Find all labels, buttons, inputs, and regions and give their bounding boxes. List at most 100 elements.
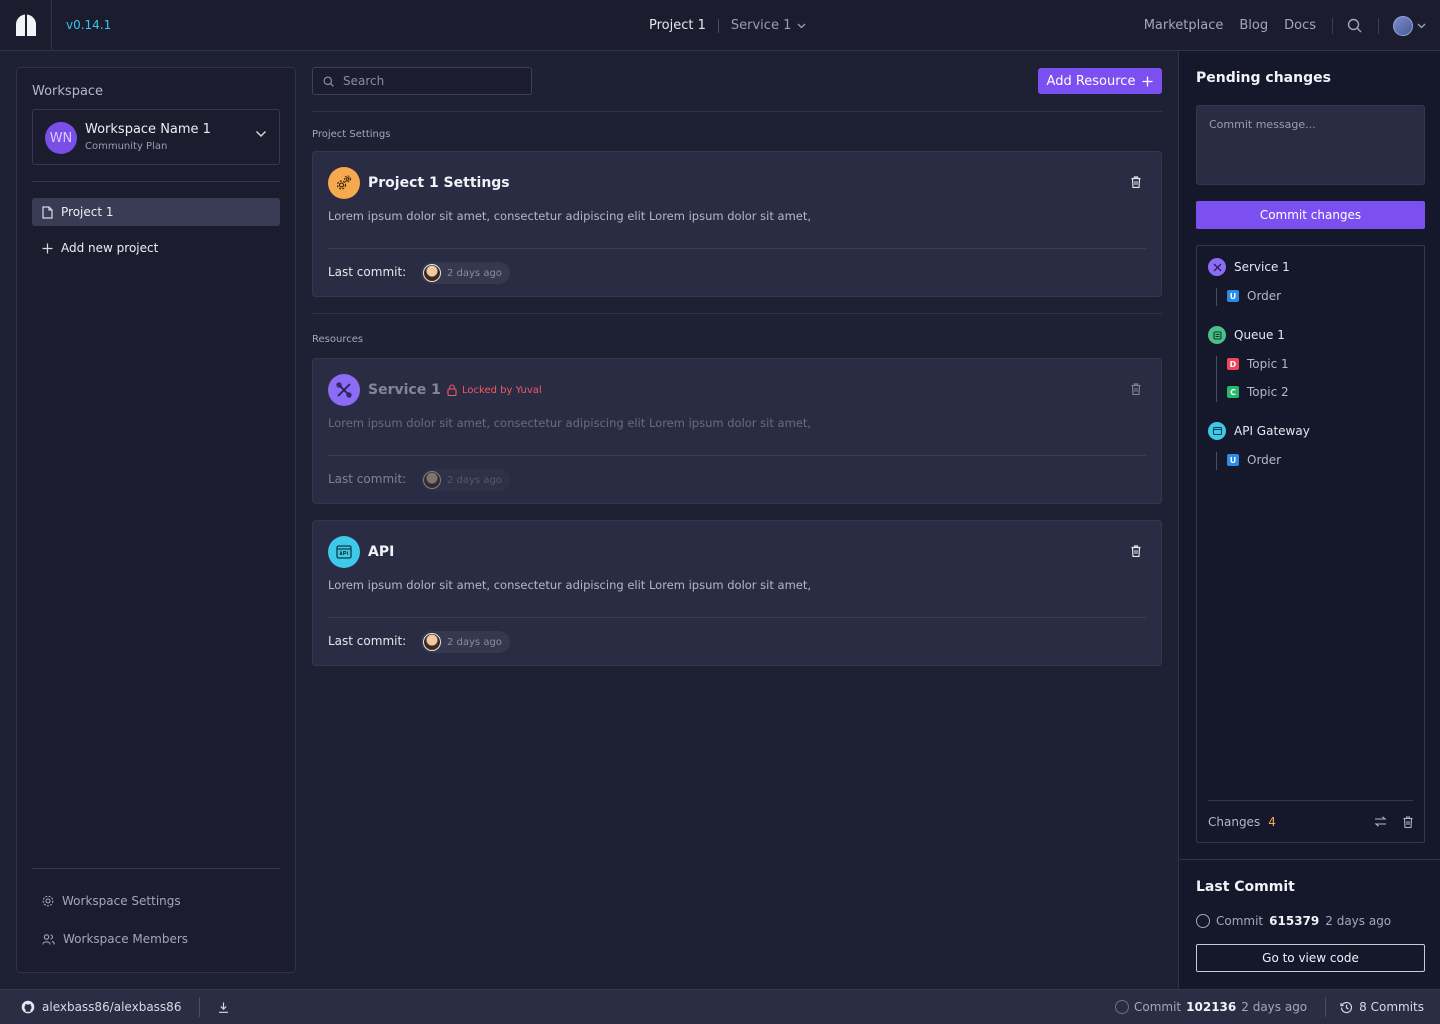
logo-icon	[15, 14, 36, 36]
commits-history-link[interactable]: 8 Commits	[1340, 1000, 1424, 1014]
breadcrumb-service: Service 1	[730, 18, 792, 33]
app-logo[interactable]	[0, 0, 52, 51]
workspace-settings-label: Workspace Settings	[62, 894, 181, 908]
last-commit-pill[interactable]: 2 days ago	[421, 469, 510, 491]
tree-branch-line	[1216, 356, 1217, 402]
changes-summary: Changes 4	[1208, 800, 1413, 842]
locked-by-label: Locked by Yuval	[462, 384, 542, 396]
changes-count: 4	[1268, 814, 1276, 829]
repo-link[interactable]: alexbass86/alexbass86	[21, 1000, 181, 1014]
last-commit-pill[interactable]: 2 days ago	[421, 631, 510, 653]
tree-node-label: Service 1	[1234, 260, 1290, 274]
tree-leaf-order[interactable]: U Order	[1227, 289, 1281, 303]
commits-count: 8 Commits	[1359, 1000, 1424, 1014]
commit-message-input[interactable]: Commit message...	[1196, 105, 1425, 185]
sidebar-divider	[32, 181, 280, 182]
trash-icon[interactable]	[1403, 815, 1413, 828]
tree-node-service[interactable]: Service 1	[1208, 258, 1290, 276]
footer-commit-label: Commit	[1134, 1000, 1182, 1014]
add-new-project-button[interactable]: Add new project	[42, 238, 158, 258]
pending-changes-title: Pending changes	[1196, 70, 1331, 86]
workspace-members-label: Workspace Members	[63, 932, 189, 946]
trash-icon[interactable]	[1131, 176, 1141, 188]
commit-changes-button[interactable]: Commit changes	[1196, 201, 1425, 229]
nav-marketplace-link[interactable]: Marketplace	[1144, 18, 1224, 33]
lock-icon	[447, 384, 457, 396]
search-icon	[323, 76, 334, 87]
card-description: Lorem ipsum dolor sit amet, consectetur …	[328, 416, 812, 430]
trash-icon[interactable]	[1131, 383, 1141, 395]
tools-icon	[328, 374, 360, 406]
tree-leaf-order[interactable]: U Order	[1227, 453, 1281, 467]
search-icon[interactable]	[1347, 18, 1362, 33]
trash-icon[interactable]	[1131, 545, 1141, 557]
search-input[interactable]: Search	[312, 67, 532, 95]
tree-leaf-label: Topic 1	[1247, 357, 1289, 371]
tree-node-api-gateway[interactable]: API Gateway	[1208, 422, 1310, 440]
last-commit-time: 2 days ago	[447, 474, 502, 486]
workspace-members-link[interactable]: Workspace Members	[42, 932, 188, 946]
github-icon	[21, 1000, 35, 1014]
sidebar-item-project-1[interactable]: Project 1	[32, 198, 280, 226]
tree-node-label: API Gateway	[1234, 424, 1310, 438]
add-resource-button[interactable]: Add Resource	[1038, 68, 1162, 94]
card-title: API	[368, 544, 395, 560]
workspace-settings-link[interactable]: Workspace Settings	[42, 894, 181, 908]
tree-node-label: Queue 1	[1234, 328, 1285, 342]
nav-blog-link[interactable]: Blog	[1239, 18, 1268, 33]
last-commit-label: Last commit:	[328, 634, 407, 648]
plus-icon	[42, 243, 53, 253]
breadcrumb: Project 1 Service 1	[649, 0, 806, 51]
tree-branch-line	[1216, 288, 1217, 306]
footer-commit-info: Commit 102136 2 days ago	[1115, 1000, 1307, 1014]
breadcrumb-service-dropdown[interactable]: Service 1	[731, 18, 806, 33]
search-placeholder: Search	[343, 74, 385, 88]
api-resource-card[interactable]: API Lorem ipsum dolor sit amet, consecte…	[312, 520, 1162, 666]
project-settings-card[interactable]: Project 1 Settings Lorem ipsum dolor sit…	[312, 151, 1162, 297]
nav-docs-link[interactable]: Docs	[1284, 18, 1316, 33]
download-icon[interactable]	[218, 1002, 229, 1013]
main-divider	[312, 313, 1162, 314]
change-type-badge: D	[1227, 358, 1239, 370]
service-resource-card[interactable]: Service 1 Locked by Yuval Lorem ipsum do…	[312, 358, 1162, 504]
commit-time: 2 days ago	[1325, 914, 1392, 928]
card-divider	[328, 617, 1146, 618]
user-menu[interactable]	[1393, 15, 1426, 36]
project-settings-section-label: Project Settings	[312, 129, 391, 140]
users-icon	[42, 933, 55, 945]
swap-icon[interactable]	[1374, 816, 1387, 827]
committer-avatar	[423, 264, 441, 282]
tree-leaf-label: Order	[1247, 453, 1282, 467]
pending-changes-tree: Service 1 U Order Queue 1 D Topic 1 C To…	[1196, 245, 1425, 843]
chevron-down-icon	[797, 23, 806, 28]
user-avatar	[1393, 15, 1413, 36]
commit-id: 615379	[1269, 914, 1320, 928]
tree-leaf-topic-1[interactable]: D Topic 1	[1227, 357, 1289, 371]
workspace-section-label: Workspace	[32, 84, 104, 99]
commit-circle-icon	[1115, 1000, 1129, 1014]
chevron-down-icon	[256, 131, 266, 137]
tree-leaf-topic-2[interactable]: C Topic 2	[1227, 385, 1289, 399]
footer-divider	[199, 997, 201, 1017]
add-new-project-label: Add new project	[61, 241, 159, 255]
last-commit-label: Last commit:	[328, 265, 407, 279]
settings-gears-icon	[328, 167, 360, 199]
changes-label: Changes	[1208, 814, 1261, 829]
last-commit-pill[interactable]: 2 days ago	[421, 262, 510, 284]
tree-node-queue[interactable]: Queue 1	[1208, 326, 1285, 344]
resources-section-label: Resources	[312, 334, 364, 345]
sidebar-divider	[32, 868, 280, 869]
commit-label: Commit	[1216, 914, 1264, 928]
main-divider	[312, 111, 1162, 112]
queue-icon	[1208, 326, 1226, 344]
card-description: Lorem ipsum dolor sit amet, consectetur …	[328, 209, 812, 223]
commit-message-placeholder: Commit message...	[1209, 118, 1316, 131]
card-title: Service 1	[368, 382, 441, 398]
go-to-view-code-button[interactable]: Go to view code	[1196, 944, 1425, 972]
workspace-selector[interactable]: WN Workspace Name 1 Community Plan	[32, 109, 280, 165]
breadcrumb-project[interactable]: Project 1	[649, 18, 706, 33]
last-commit-label: Last commit:	[328, 472, 407, 486]
workspace-avatar: WN	[45, 122, 77, 154]
tree-branch-line	[1216, 452, 1217, 470]
workspace-plan: Community Plan	[85, 141, 168, 152]
